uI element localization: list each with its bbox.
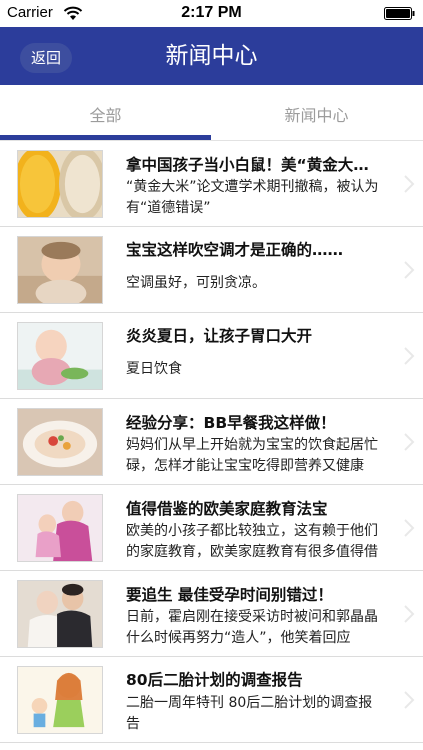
battery-full-icon — [384, 7, 415, 20]
toddler-eating-photo — [17, 322, 103, 390]
news-summary: 日前，霍启刚在接受采访时被问和郭晶晶什么时候再努力“造人”，他笑着回应 — [126, 609, 378, 646]
news-title: 要追生 最佳受孕时间别错过！ — [126, 586, 333, 604]
tab-divider — [0, 140, 423, 141]
news-summary: 空调虽好，可别贪凉。 — [126, 275, 266, 291]
status-bar: Carrier 2:17 PM — [0, 0, 423, 27]
cartoon-family-illustration — [17, 666, 103, 734]
news-list-item[interactable]: 值得借鉴的欧美家庭教育法宝 欧美的小孩子都比较独立，这有赖于他们的家庭教育，欧美… — [0, 486, 423, 571]
news-summary: 二胎一周年特刊 80后二胎计划的调查报告 — [126, 695, 373, 732]
news-title: 经验分享：BB早餐我这样做！ — [126, 414, 336, 432]
news-title: 宝宝这样吹空调才是正确的…… — [126, 241, 344, 259]
news-list-item[interactable]: 宝宝这样吹空调才是正确的…… 空调虽好，可别贪凉。 — [0, 228, 423, 313]
news-list-item[interactable]: 要追生 最佳受孕时间别错过！ 日前，霍启刚在接受采访时被问和郭晶晶什么时候再努力… — [0, 572, 423, 657]
chevron-right-icon — [404, 261, 415, 279]
back-button[interactable]: 返回 — [20, 43, 72, 73]
couple-photo — [17, 580, 103, 648]
navigation-bar: 返回 新闻中心 — [0, 27, 423, 85]
news-title: 值得借鉴的欧美家庭教育法宝 — [126, 500, 328, 518]
news-summary: 夏日饮食 — [126, 361, 182, 377]
clock-time: 2:17 PM — [181, 4, 242, 21]
chevron-right-icon — [404, 691, 415, 709]
chevron-right-icon — [404, 175, 415, 193]
news-summary: 妈妈们从早上开始就为宝宝的饮食起居忙碌，怎样才能让宝宝吃得即营养又健康 — [126, 437, 378, 474]
chevron-right-icon — [404, 433, 415, 451]
tab-news-center[interactable]: 新闻中心 — [211, 85, 422, 144]
chevron-right-icon — [404, 605, 415, 623]
rice-bowls-photo — [17, 150, 103, 218]
news-list-item[interactable]: 80后二胎计划的调查报告 二胎一周年特刊 80后二胎计划的调查报告 — [0, 658, 423, 743]
news-title: 拿中国孩子当小白鼠！美“黄金大米”论文遭学术期刊撤稿 — [126, 156, 384, 174]
chevron-right-icon — [404, 519, 415, 537]
news-title: 80后二胎计划的调查报告 — [126, 671, 303, 689]
news-summary: 欧美的小孩子都比较独立，这有赖于他们的家庭教育，欧美家庭教育有很多值得借鉴 — [126, 523, 378, 560]
news-list-item[interactable]: 经验分享：BB早餐我这样做！ 妈妈们从早上开始就为宝宝的饮食起居忙碌，怎样才能让… — [0, 400, 423, 485]
mother-child-photo — [17, 494, 103, 562]
news-summary: “黄金大米”论文遭学术期刊撤稿，被认为有“道德错误” — [126, 179, 379, 216]
news-list-item[interactable]: 拿中国孩子当小白鼠！美“黄金大米”论文遭学术期刊撤稿 “黄金大米”论文遭学术期刊… — [0, 142, 423, 227]
baby-portrait-photo — [17, 236, 103, 304]
chevron-right-icon — [404, 347, 415, 365]
news-list-item[interactable]: 炎炎夏日，让孩子胃口大开 夏日饮食 — [0, 314, 423, 399]
news-list[interactable]: 拿中国孩子当小白鼠！美“黄金大米”论文遭学术期刊撤稿 “黄金大米”论文遭学术期刊… — [0, 142, 423, 750]
breakfast-dish-photo — [17, 408, 103, 476]
news-title: 炎炎夏日，让孩子胃口大开 — [126, 327, 313, 345]
